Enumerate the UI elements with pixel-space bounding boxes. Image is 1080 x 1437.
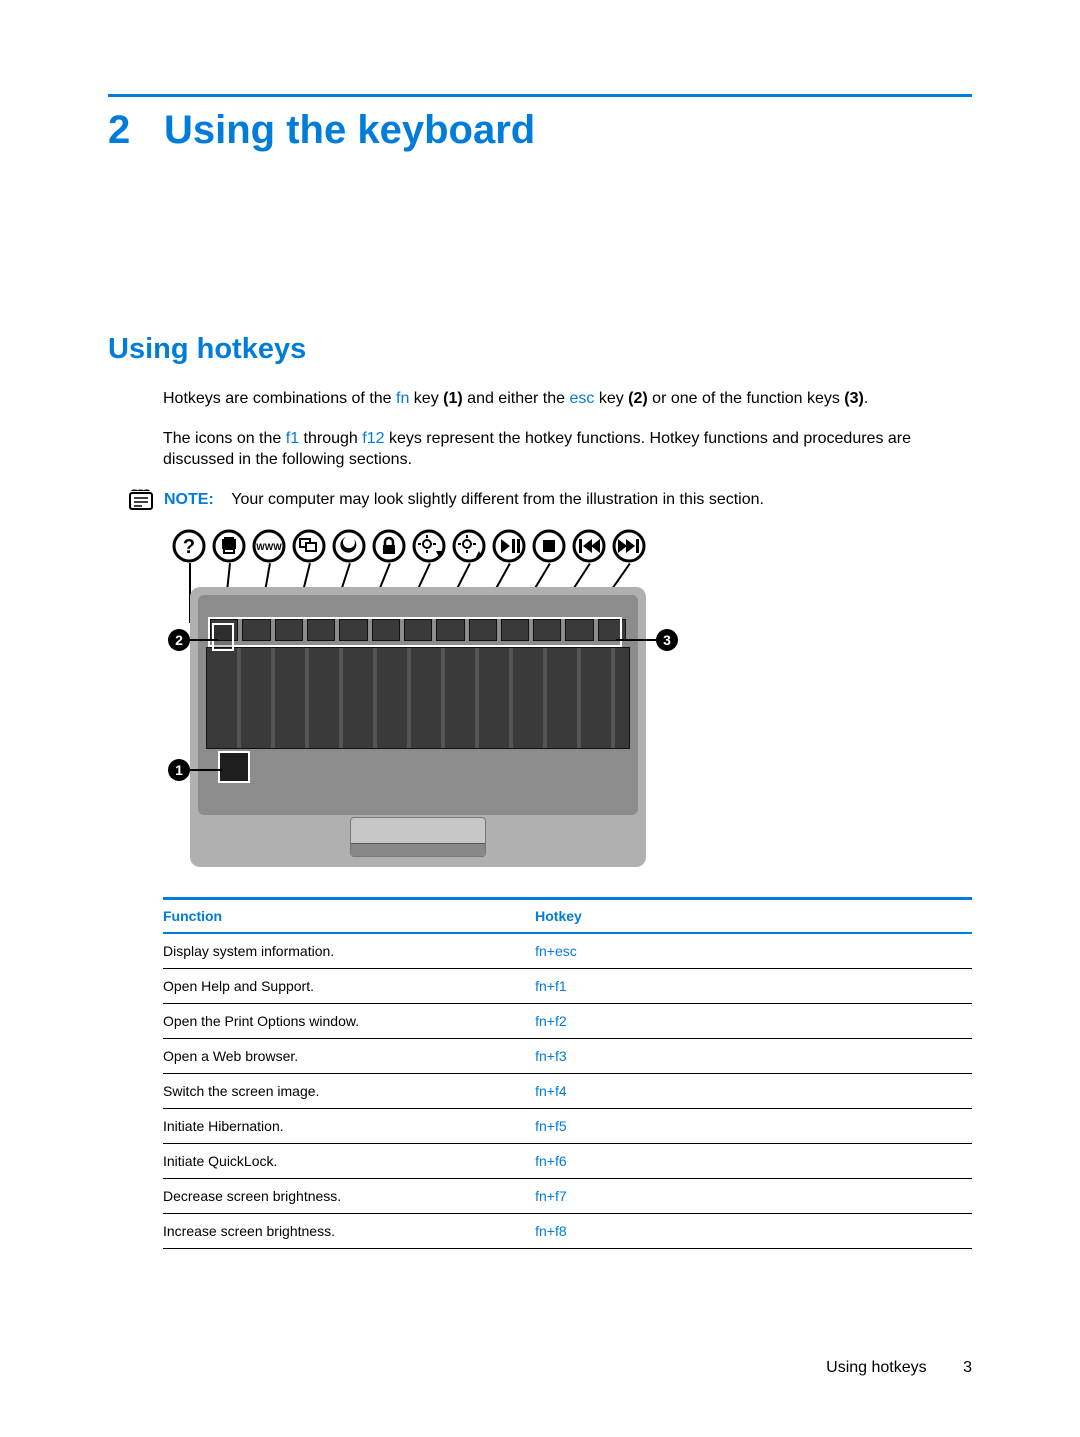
callout-2: 2: [168, 629, 190, 651]
table-row: Initiate Hibernation.fn+f5: [163, 1108, 972, 1143]
hibernation-icon: [332, 529, 366, 563]
footer-page-number: 3: [963, 1359, 972, 1377]
table-row: Display system information.fn+esc: [163, 933, 972, 969]
esc-key-highlight: [212, 623, 234, 651]
callout-1: 1: [168, 759, 190, 781]
chapter-title: Using the keyboard: [164, 108, 535, 152]
callout-3: 3: [656, 629, 678, 651]
table-row: Switch the screen image.fn+f4: [163, 1073, 972, 1108]
footer-section: Using hotkeys: [826, 1359, 927, 1376]
col-hotkey: Hotkey: [535, 898, 972, 933]
svg-text:?: ?: [183, 536, 195, 558]
chapter-heading: 2Using the keyboard: [108, 107, 972, 153]
key-fn: fn: [396, 390, 409, 407]
fn-key-highlight: [218, 751, 250, 783]
table-row: Open a Web browser.fn+f3: [163, 1038, 972, 1073]
previous-track-icon: [572, 529, 606, 563]
key-f1: f1: [286, 430, 299, 447]
paragraph-2: The icons on the f1 through f12 keys rep…: [163, 428, 972, 471]
table-row: Open the Print Options window.fn+f2: [163, 1003, 972, 1038]
laptop-illustration: [190, 587, 646, 867]
brightness-up-icon: [452, 529, 486, 563]
paragraph-1: Hotkeys are combinations of the fn key (…: [163, 388, 972, 410]
svg-text:WWW: WWW: [256, 542, 282, 552]
table-row: Increase screen brightness.fn+f8: [163, 1213, 972, 1248]
help-icon: ?: [172, 529, 206, 563]
web-icon: WWW: [252, 529, 286, 563]
quicklock-icon: [372, 529, 406, 563]
table-row: Initiate QuickLock.fn+f6: [163, 1143, 972, 1178]
section-heading: Using hotkeys: [108, 333, 972, 366]
note-label: NOTE:: [164, 491, 214, 508]
chapter-rule: [108, 94, 972, 97]
key-esc: esc: [569, 390, 594, 407]
chapter-number: 2: [108, 107, 164, 153]
hotkeys-table: Function Hotkey Display system informati…: [163, 897, 972, 1249]
table-row: Decrease screen brightness.fn+f7: [163, 1178, 972, 1213]
page-footer: Using hotkeys 3: [826, 1359, 972, 1377]
note-text: Your computer may look slightly differen…: [231, 491, 764, 508]
note-block: NOTE: Your computer may look slightly di…: [108, 489, 972, 511]
note-icon: [128, 489, 154, 511]
keyboard-diagram: ? WWW 1 2 3: [172, 529, 672, 869]
stop-icon: [532, 529, 566, 563]
key-f12: f12: [362, 430, 384, 447]
switch-screen-icon: [292, 529, 326, 563]
print-icon: [212, 529, 246, 563]
play-pause-icon: [492, 529, 526, 563]
brightness-down-icon: [412, 529, 446, 563]
next-track-icon: [612, 529, 646, 563]
table-row: Open Help and Support.fn+f1: [163, 968, 972, 1003]
col-function: Function: [163, 898, 535, 933]
